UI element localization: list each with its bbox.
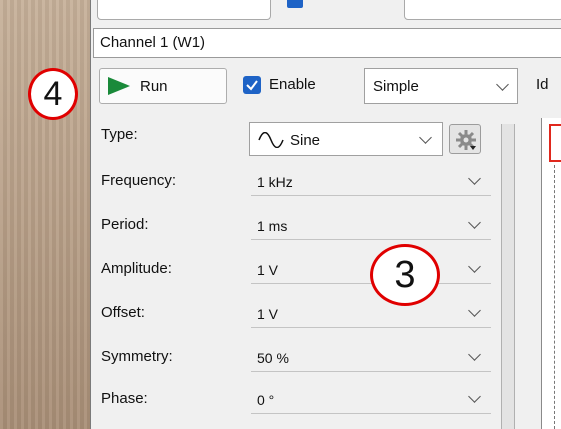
type-select[interactable]: Sine — [249, 122, 443, 156]
offset-value: 1 V — [257, 306, 279, 322]
phase-value: 0 ° — [257, 392, 275, 408]
top-dropdown-left[interactable] — [97, 0, 271, 20]
run-button-label: Run — [140, 78, 168, 95]
top-dropdown-right[interactable] — [404, 0, 561, 20]
top-controls-strip — [91, 0, 561, 24]
waveform-preview-pane — [541, 118, 561, 429]
checkmark-icon — [246, 80, 258, 91]
callout-4: 4 — [28, 68, 78, 120]
chevron-down-icon — [468, 260, 481, 273]
prop-label: Period: — [101, 216, 149, 233]
channel-header: Channel 1 (W1) — [93, 28, 561, 58]
prop-row-offset: Offset: 1 V — [91, 296, 501, 330]
period-field[interactable]: 1 ms — [251, 210, 491, 240]
type-select-value: Sine — [290, 132, 321, 149]
preview-dashed-line — [554, 165, 556, 429]
amplitude-value: 1 V — [257, 262, 279, 278]
id-label: Id — [536, 76, 549, 93]
play-icon — [108, 77, 130, 95]
enable-checkbox[interactable] — [243, 76, 261, 94]
frequency-field[interactable]: 1 kHz — [251, 166, 491, 196]
run-button[interactable]: Run — [99, 68, 227, 104]
symmetry-value: 50 % — [257, 350, 289, 366]
prop-label: Amplitude: — [101, 260, 172, 277]
chevron-down-icon — [468, 348, 481, 361]
prop-label: Symmetry: — [101, 348, 173, 365]
sine-wave-icon — [258, 132, 284, 148]
prop-label: Phase: — [101, 390, 148, 407]
prop-row-period: Period: 1 ms — [91, 208, 501, 242]
splitter-handle[interactable] — [501, 124, 515, 429]
mode-select[interactable]: Simple — [364, 68, 518, 104]
mode-select-value: Simple — [373, 78, 419, 95]
gear-icon — [456, 130, 476, 150]
prop-label: Frequency: — [101, 172, 177, 189]
enable-label: Enable — [269, 76, 316, 93]
callout-3: 3 — [370, 244, 440, 306]
top-checkbox[interactable] — [287, 0, 303, 8]
chevron-down-icon — [468, 390, 481, 403]
prop-label: Type: — [101, 126, 138, 143]
chevron-down-icon — [419, 131, 432, 144]
chevron-down-icon — [468, 216, 481, 229]
settings-gear-button[interactable] — [449, 124, 481, 154]
frequency-value: 1 kHz — [257, 174, 293, 190]
prop-row-phase: Phase: 0 ° — [91, 382, 501, 416]
prop-row-frequency: Frequency: 1 kHz — [91, 164, 501, 198]
prop-row-symmetry: Symmetry: 50 % — [91, 340, 501, 374]
prop-label: Offset: — [101, 304, 145, 321]
chevron-down-icon — [496, 78, 509, 91]
symmetry-field[interactable]: 50 % — [251, 342, 491, 372]
period-value: 1 ms — [257, 218, 288, 234]
preview-marker — [549, 124, 561, 162]
prop-row-type: Type: Sine — [91, 118, 501, 156]
phase-field[interactable]: 0 ° — [251, 384, 491, 414]
chevron-down-icon — [468, 172, 481, 185]
chevron-down-icon — [468, 304, 481, 317]
offset-field[interactable]: 1 V — [251, 298, 491, 328]
awg-panel: Channel 1 (W1) Run Enable Simple Id Type… — [90, 0, 561, 429]
